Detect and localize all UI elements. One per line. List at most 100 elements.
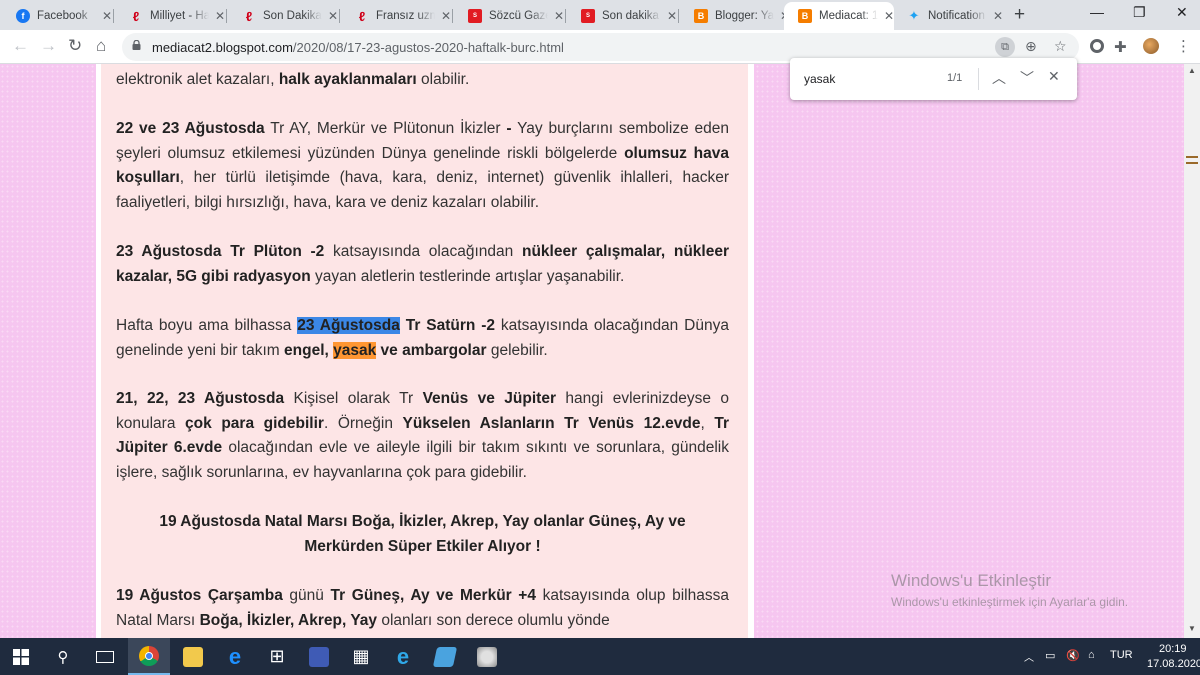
bold-text: 19 Ağustosda Natal Marsı Boğa, İkizler, … (159, 513, 686, 555)
edge-icon[interactable]: e (214, 638, 256, 675)
bold-text: Yükselen Aslanların Tr Venüs 12.evde (402, 414, 701, 432)
tab-fransiz[interactable]: ℓ Fransız uzm ✕ (341, 2, 451, 30)
reload-button[interactable]: ↻ (68, 36, 82, 56)
find-next-button[interactable]: ﹀ (1020, 68, 1034, 88)
close-icon[interactable]: ✕ (554, 9, 564, 23)
file-explorer-icon[interactable] (172, 638, 214, 675)
close-icon[interactable]: ✕ (441, 9, 451, 23)
sozcu-icon: S (468, 9, 482, 23)
twitter-icon: ✦ (908, 8, 920, 23)
tab-label: Son Dakika (263, 10, 322, 22)
bold-text: 19 Ağustos Çarşamba (116, 587, 283, 604)
text: gelebilir. (486, 341, 548, 359)
close-icon[interactable]: ✕ (215, 9, 225, 23)
task-view-icon[interactable] (84, 638, 126, 675)
forward-button[interactable]: → (40, 36, 57, 56)
home-button[interactable]: ⌂ (96, 36, 106, 56)
bold-text: Tr Güneş, Ay ve Merkür +4 (330, 587, 536, 604)
selected-text[interactable]: 23 Ağustosda (297, 317, 400, 334)
url-host: mediacat2.blogspot.com (152, 40, 293, 55)
chrome-taskbar-icon[interactable] (128, 638, 170, 675)
volume-mute-icon[interactable]: 🔇 (1066, 649, 1080, 662)
text: Kişisel olarak Tr (284, 390, 423, 407)
extension-icon[interactable] (1090, 39, 1104, 53)
language-indicator[interactable]: TUR (1110, 649, 1133, 661)
find-bar: yasak 1/1 ︿ ﹀ ✕ (790, 58, 1077, 100)
paragraph: 22 ve 23 Ağustosda Tr AY, Merkür ve Plüt… (116, 117, 729, 215)
tab-label: Milliyet - Ha (150, 10, 209, 22)
find-result-marker (1186, 162, 1198, 164)
text: günü (282, 587, 331, 604)
app-icon[interactable] (298, 638, 340, 675)
tab-label: Mediacat: 1 (819, 10, 878, 22)
text: yayan aletlerin testlerinde artışlar yaş… (310, 267, 625, 285)
start-button[interactable] (0, 638, 42, 675)
bookmark-star-icon[interactable]: ☆ (1054, 38, 1067, 55)
clock-date[interactable]: 17.08.2020 (1147, 658, 1200, 670)
text: , (700, 414, 715, 432)
paragraph: 23 Ağustosda Tr Plüton -2 katsayısında o… (116, 240, 729, 289)
tab-twitter[interactable]: ✦ Notification ✕ (893, 2, 1003, 30)
zoom-icon[interactable]: ⊕ (1025, 38, 1037, 55)
find-previous-button[interactable]: ︿ (992, 68, 1006, 88)
find-input[interactable]: yasak (804, 72, 835, 86)
tab-sozcu[interactable]: S Sözcü Gaze ✕ (454, 2, 564, 30)
tray-chevron-icon[interactable]: ︿ (1024, 649, 1034, 664)
activation-watermark-subtitle: Windows'u etkinleştirmek için Ayarlar'a … (891, 595, 1129, 609)
blog-post: elektronik alet kazaları, halk ayaklanma… (101, 64, 748, 638)
find-match-highlight: yasak (333, 341, 377, 359)
paragraph: 19 Ağustos Çarşamba günü Tr Güneş, Ay ve… (116, 584, 729, 633)
scroll-down-icon[interactable]: ▼ (1188, 624, 1196, 633)
page-scrollbar[interactable]: ▲ ▼ (1184, 64, 1200, 638)
window-close-button[interactable]: ✕ (1176, 4, 1188, 21)
url-path: /2020/08/17-23-agustos-2020-haftalk-burc… (292, 40, 564, 55)
restore-button[interactable]: ❐ (1133, 4, 1146, 21)
find-result-marker (1186, 156, 1198, 158)
facebook-icon: f (16, 9, 30, 23)
close-icon[interactable]: ✕ (667, 9, 677, 23)
tab-milliyet[interactable]: ℓ Milliyet - Ha ✕ (115, 2, 225, 30)
text: olanları son derece olumlu yönde (377, 611, 610, 629)
find-match-count: 1/1 (947, 72, 963, 84)
back-button[interactable]: ← (12, 36, 29, 56)
new-tab-button[interactable]: + (1014, 4, 1025, 26)
extensions-puzzle-icon[interactable]: ✚ (1114, 38, 1127, 56)
bold-text: Boğa, İkizler, Akrep, Yay (199, 611, 378, 629)
tab-blogger[interactable]: B Blogger: Ya ✕ (680, 2, 790, 30)
calculator-icon[interactable]: ▦ (340, 638, 382, 675)
battery-icon[interactable]: ▭ (1045, 649, 1055, 662)
internet-explorer-icon[interactable]: e (382, 638, 424, 675)
page-content: elektronik alet kazaları, halk ayaklanma… (0, 64, 1200, 638)
bold-text: halk ayaklanmaları (278, 71, 417, 88)
blogger-icon: B (694, 9, 708, 23)
tab-strip: f Facebook ✕ ℓ Milliyet - Ha ✕ ℓ Son Dak… (0, 0, 1200, 30)
paint-icon[interactable] (466, 638, 508, 675)
tab-label: Blogger: Ya (715, 10, 774, 22)
close-icon[interactable]: ✕ (102, 9, 112, 23)
scroll-up-icon[interactable]: ▲ (1188, 66, 1196, 75)
clock-time[interactable]: 20:19 (1159, 643, 1187, 655)
avatar[interactable] (1143, 38, 1159, 54)
minimize-button[interactable]: — (1090, 4, 1104, 20)
tab-sozcu-son-dakika[interactable]: S Son dakika ✕ (567, 2, 677, 30)
tab-son-dakika[interactable]: ℓ Son Dakika ✕ (228, 2, 338, 30)
store-icon[interactable]: ⊞ (256, 638, 298, 675)
close-icon[interactable]: ✕ (993, 9, 1003, 23)
text: olabilir. (416, 71, 470, 88)
network-icon[interactable]: ⌂ (1088, 649, 1095, 661)
menu-kebab-icon[interactable]: ⋮ (1176, 37, 1191, 55)
address-url: mediacat2.blogspot.com/2020/08/17-23-agu… (152, 40, 564, 55)
text: Hafta boyu ama bilhassa (116, 317, 298, 334)
search-icon[interactable]: ⚲ (42, 638, 84, 675)
close-icon[interactable]: ✕ (328, 9, 338, 23)
find-close-button[interactable]: ✕ (1048, 68, 1060, 85)
address-bar[interactable]: mediacat2.blogspot.com/2020/08/17-23-agu… (122, 33, 1079, 61)
copy-page-icon[interactable]: ⧉ (995, 37, 1015, 57)
app-icon[interactable] (424, 638, 466, 675)
bold-text: 22 ve 23 Ağustosda (116, 120, 265, 137)
paragraph: 21, 22, 23 Ağustosda Kişisel olarak Tr V… (116, 387, 729, 485)
tab-facebook[interactable]: f Facebook ✕ (2, 2, 112, 30)
tab-mediacat[interactable]: B Mediacat: 1 ✕ (784, 2, 894, 30)
paragraph: elektronik alet kazaları, halk ayaklanma… (116, 68, 729, 93)
bold-text: Venüs ve Jüpiter (422, 390, 556, 407)
